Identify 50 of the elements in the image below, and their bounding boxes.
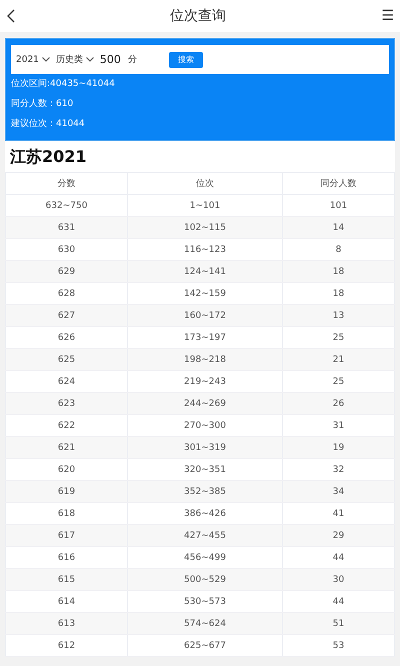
column-header: 分数: [6, 172, 128, 194]
table-cell: 621: [6, 436, 128, 458]
table-cell: 617: [6, 524, 128, 546]
column-header: 位次: [128, 172, 282, 194]
table-cell: 34: [282, 480, 394, 502]
table-title: 江苏2021: [9, 146, 88, 168]
table-cell: 160~172: [128, 304, 282, 326]
table-cell: 301~319: [128, 436, 282, 458]
table-cell: 631: [6, 216, 128, 238]
category-select[interactable]: 历史类: [56, 53, 94, 66]
chevron-down-icon: [42, 57, 50, 62]
table-cell: 623: [6, 392, 128, 414]
table-cell: 30: [282, 568, 394, 590]
table-cell: 26: [282, 392, 394, 414]
table-cell: 500~529: [128, 568, 282, 590]
table-cell: 53: [282, 634, 394, 656]
table-cell: 627: [6, 304, 128, 326]
table-cell: 625: [6, 348, 128, 370]
table-cell: 625~677: [128, 634, 282, 656]
table-cell: 427~455: [128, 524, 282, 546]
chevron-down-icon: [86, 57, 94, 62]
score-unit: 分: [128, 54, 137, 66]
table-cell: 19: [282, 436, 394, 458]
column-header: 同分人数: [282, 172, 394, 194]
table-cell: 619: [6, 480, 128, 502]
menu-icon[interactable]: ☰: [381, 8, 394, 24]
table-cell: 18: [282, 260, 394, 282]
table-cell: 615: [6, 568, 128, 590]
table-cell: 244~269: [128, 392, 282, 414]
table-cell: 51: [282, 612, 394, 634]
back-icon[interactable]: [7, 9, 15, 23]
table-cell: 29: [282, 524, 394, 546]
table-cell: 102~115: [128, 216, 282, 238]
result-text: 建议位次：41044: [11, 118, 86, 131]
year-select[interactable]: 2021: [16, 54, 50, 64]
table-cell: 124~141: [128, 260, 282, 282]
result-text: 位次区间:40435~41044: [11, 78, 116, 91]
table-cell: 13: [282, 304, 394, 326]
score-input[interactable]: 500: [100, 53, 122, 66]
result-text: 同分人数：610: [11, 98, 74, 111]
table-cell: 629: [6, 260, 128, 282]
search-button[interactable]: 搜索: [168, 52, 203, 68]
table-cell: 574~624: [128, 612, 282, 634]
table-cell: 21: [282, 348, 394, 370]
table-cell: 613: [6, 612, 128, 634]
table-cell: 14: [282, 216, 394, 238]
table-cell: 198~218: [128, 348, 282, 370]
page-title: 位次查询: [170, 7, 226, 25]
table-cell: 352~385: [128, 480, 282, 502]
table-cell: 612: [6, 634, 128, 656]
